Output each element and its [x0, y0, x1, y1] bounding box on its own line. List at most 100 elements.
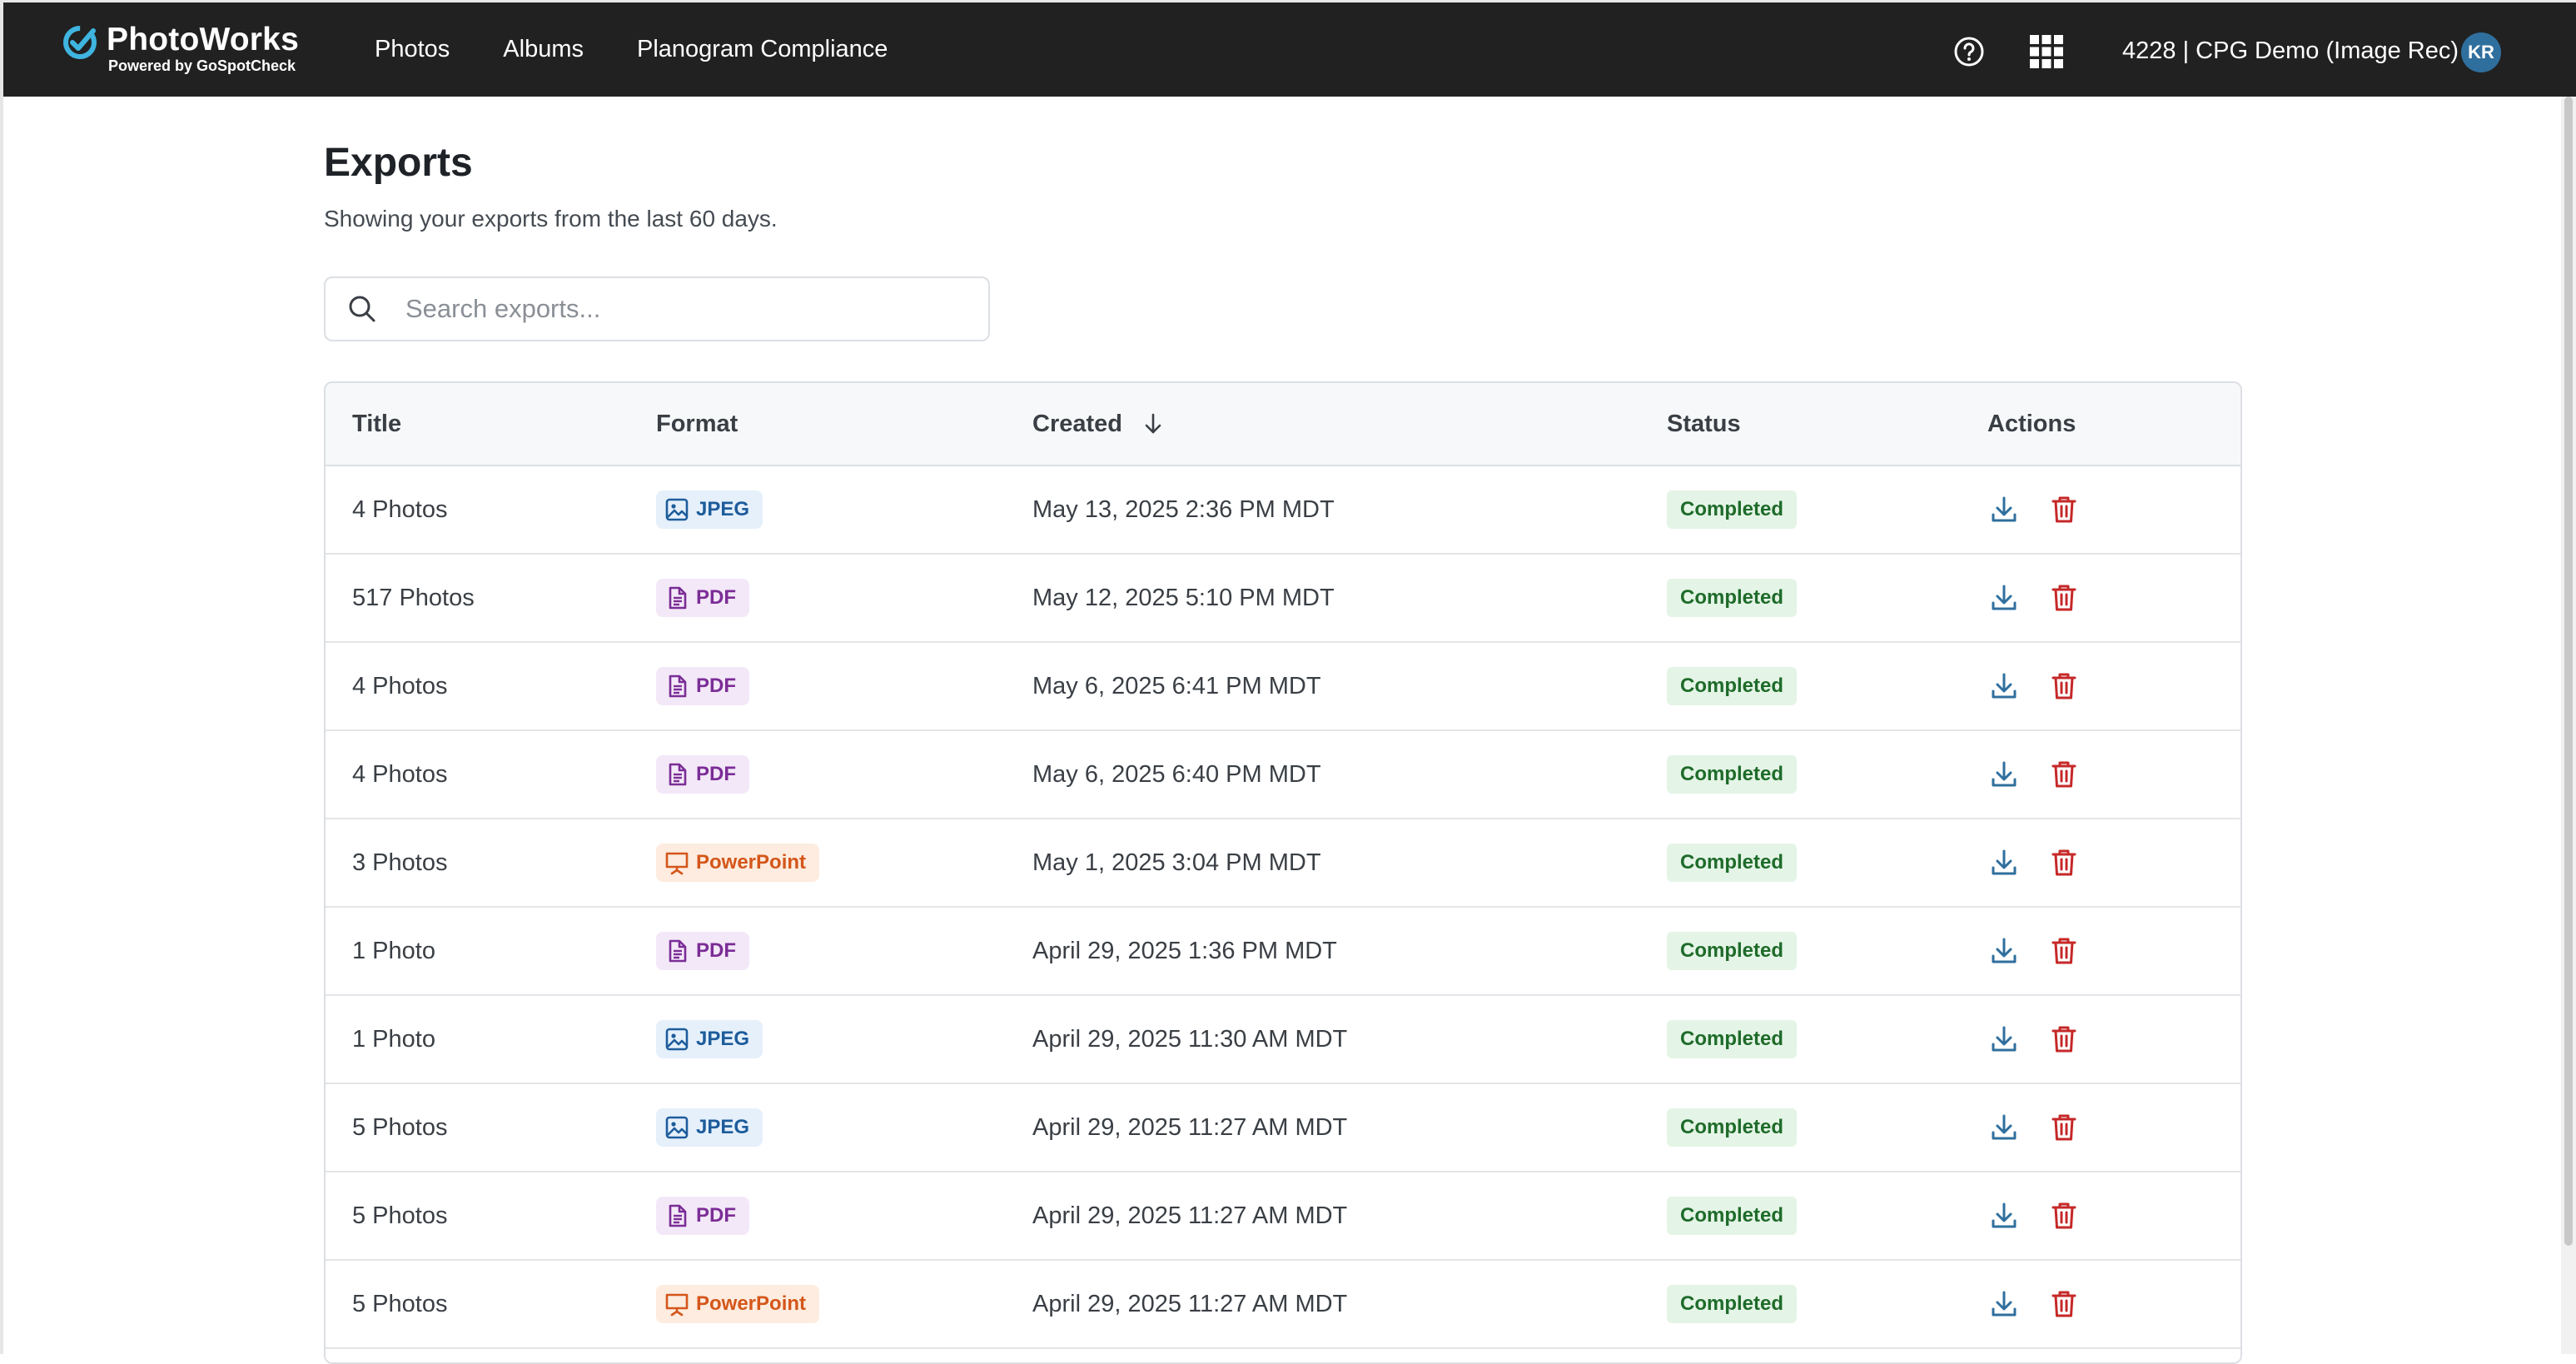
- download-button[interactable]: [1987, 846, 2021, 879]
- trash-icon[interactable]: [2047, 670, 2081, 703]
- delete-button[interactable]: [2047, 846, 2081, 879]
- column-header-status[interactable]: Status: [1667, 383, 1741, 465]
- table-row[interactable]: 4 Photos JPEG May 13, 2025 2:36 PM MDT Comp…: [326, 466, 2240, 555]
- download-button[interactable]: [1987, 1199, 2021, 1232]
- table-row[interactable]: 3 Photos PowerPoint May 1, 2025 3:04 PM MD…: [326, 819, 2240, 908]
- actions-cell: [1987, 908, 2081, 994]
- download-button[interactable]: [1987, 581, 2021, 615]
- table-row[interactable]: 5 Photos PowerPoint April 29, 2025 11:27 A…: [326, 1261, 2240, 1349]
- download-button[interactable]: [1987, 1023, 2021, 1056]
- created-date: May 13, 2025 2:36 PM MDT: [1032, 495, 1335, 523]
- trash-icon[interactable]: [2047, 1287, 2081, 1321]
- download-icon[interactable]: [1987, 1023, 2021, 1056]
- delete-button[interactable]: [2047, 758, 2081, 791]
- sort-descending-icon[interactable]: [1141, 411, 1166, 436]
- user-avatar[interactable]: KR: [2461, 32, 2501, 72]
- organization-name[interactable]: 4228 | CPG Demo (Image Rec): [2122, 37, 2459, 65]
- format-label: PDF: [696, 939, 736, 962]
- status-cell: Completed: [1667, 1261, 1798, 1347]
- apps-grid-icon[interactable]: [2028, 33, 2065, 70]
- trash-icon[interactable]: [2047, 1023, 2081, 1056]
- download-icon[interactable]: [1987, 1111, 2021, 1144]
- download-button[interactable]: [1987, 934, 2021, 968]
- download-icon[interactable]: [1987, 670, 2021, 703]
- format-cell: JPEG: [656, 996, 763, 1083]
- search-input[interactable]: [404, 293, 940, 325]
- export-title: 4 Photos: [352, 495, 448, 523]
- column-header-format[interactable]: Format: [656, 383, 738, 465]
- format-badge: JPEG: [656, 1108, 763, 1147]
- document-icon: [669, 1204, 687, 1227]
- download-icon[interactable]: [1987, 758, 2021, 791]
- download-icon[interactable]: [1987, 1287, 2021, 1321]
- status-badge: Completed: [1667, 1197, 1798, 1235]
- format-cell: PDF: [656, 731, 749, 818]
- delete-button[interactable]: [2047, 493, 2081, 526]
- format-badge: PDF: [656, 1197, 749, 1235]
- column-header-created[interactable]: Created: [1032, 383, 1166, 465]
- document-icon: [669, 939, 687, 963]
- download-button[interactable]: [1987, 493, 2021, 526]
- presentation-icon: [665, 852, 689, 875]
- trash-icon[interactable]: [2047, 581, 2081, 615]
- trash-icon[interactable]: [2047, 493, 2081, 526]
- trash-icon[interactable]: [2047, 846, 2081, 879]
- table-header: Title Format Created Status Actions: [326, 383, 2240, 466]
- download-button[interactable]: [1987, 1111, 2021, 1144]
- delete-button[interactable]: [2047, 670, 2081, 703]
- help-icon[interactable]: [1952, 35, 1986, 68]
- actions-cell: [1987, 643, 2081, 729]
- status-badge: Completed: [1667, 1020, 1798, 1058]
- exports-table: Title Format Created Status Actions 4 Ph…: [324, 381, 2242, 1364]
- table-row[interactable]: 1 Photo PDF April 29, 2025 1:36 PM MDT Comp…: [326, 908, 2240, 996]
- format-cell: PowerPoint: [656, 819, 820, 906]
- format-cell: JPEG: [656, 466, 763, 553]
- download-icon[interactable]: [1987, 934, 2021, 968]
- download-icon[interactable]: [1987, 846, 2021, 879]
- table-row[interactable]: 4 Photos PDF May 6, 2025 6:41 PM MDT Comple…: [326, 643, 2240, 731]
- format-label: JPEG: [696, 1028, 750, 1050]
- status-cell: Completed: [1667, 643, 1798, 729]
- trash-icon[interactable]: [2047, 934, 2081, 968]
- trash-icon[interactable]: [2047, 1111, 2081, 1144]
- column-header-actions: Actions: [1987, 410, 2076, 437]
- status-badge: Completed: [1667, 755, 1798, 794]
- presentation-icon: [665, 1293, 689, 1317]
- format-label: PDF: [696, 763, 736, 785]
- delete-button[interactable]: [2047, 581, 2081, 615]
- delete-button[interactable]: [2047, 1287, 2081, 1321]
- download-icon[interactable]: [1987, 1199, 2021, 1232]
- brand-logo[interactable]: PhotoWorks Powered by GoSpotCheck: [62, 22, 299, 74]
- nav-planogram-compliance[interactable]: Planogram Compliance: [637, 36, 888, 63]
- trash-icon[interactable]: [2047, 1199, 2081, 1232]
- format-label: PDF: [696, 1204, 736, 1227]
- download-icon[interactable]: [1987, 581, 2021, 615]
- format-label: PDF: [696, 675, 736, 697]
- delete-button[interactable]: [2047, 934, 2081, 968]
- scrollbar-thumb[interactable]: [2564, 97, 2573, 1246]
- format-badge: JPEG: [656, 1020, 763, 1058]
- delete-button[interactable]: [2047, 1023, 2081, 1056]
- column-header-title[interactable]: Title: [352, 383, 401, 465]
- trash-icon[interactable]: [2047, 758, 2081, 791]
- format-cell: PDF: [656, 555, 749, 641]
- download-button[interactable]: [1987, 670, 2021, 703]
- status-badge: Completed: [1667, 579, 1798, 617]
- table-row[interactable]: 5 Photos PDF April 29, 2025 11:27 AM MDT Co…: [326, 1172, 2240, 1261]
- table-row[interactable]: 517 Photos PDF May 12, 2025 5:10 PM MDT Com…: [326, 555, 2240, 643]
- export-title: 517 Photos: [352, 584, 475, 611]
- table-row[interactable]: 1 Photo JPEG April 29, 2025 11:30 AM MDT Co…: [326, 996, 2240, 1084]
- export-title: 4 Photos: [352, 672, 448, 699]
- download-button[interactable]: [1987, 758, 2021, 791]
- delete-button[interactable]: [2047, 1111, 2081, 1144]
- table-row[interactable]: 5 Photos JPEG April 29, 2025 11:27 AM MDT C…: [326, 1084, 2240, 1172]
- nav-photos[interactable]: Photos: [375, 36, 450, 63]
- delete-button[interactable]: [2047, 1199, 2081, 1232]
- download-icon[interactable]: [1987, 493, 2021, 526]
- table-row[interactable]: 4 Photos PDF May 6, 2025 6:40 PM MDT Comple…: [326, 731, 2240, 819]
- brand-subtitle: Powered by GoSpotCheck: [108, 57, 296, 74]
- created-date: April 29, 2025 1:36 PM MDT: [1032, 937, 1337, 964]
- nav-albums[interactable]: Albums: [503, 36, 584, 63]
- download-button[interactable]: [1987, 1287, 2021, 1321]
- search-box[interactable]: [324, 276, 990, 341]
